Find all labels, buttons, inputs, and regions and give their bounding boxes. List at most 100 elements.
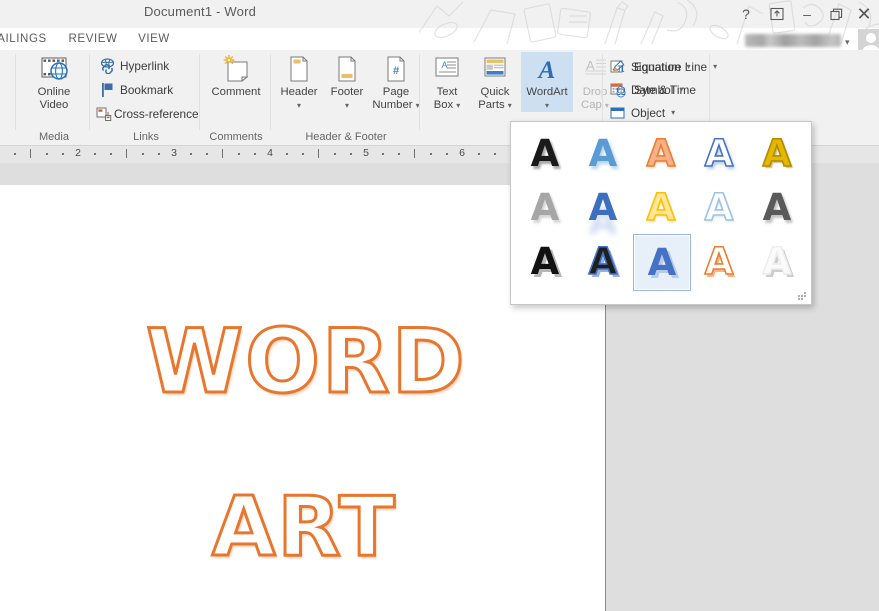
- chevron-down-icon[interactable]: ▾: [845, 37, 850, 48]
- wordart-gallery-dropdown[interactable]: AAAAA AAAAA AAAAA: [510, 121, 812, 305]
- omega-icon: Ω: [610, 80, 632, 100]
- footer-icon: [324, 52, 370, 86]
- text-box-button[interactable]: A Text Box ▾: [425, 52, 469, 112]
- wordart-button[interactable]: A WordArt ▾: [521, 52, 573, 112]
- wordart-style-fill-gold-accent4-outline-gold[interactable]: A: [633, 180, 689, 235]
- online-video-button[interactable]: Online Video: [26, 52, 82, 111]
- chevron-down-icon: ▾: [507, 100, 512, 110]
- wordart-style-glyph: A: [588, 240, 618, 283]
- wordart-style-fill-white-outline-lightblue[interactable]: A: [691, 180, 747, 235]
- cross-reference-button[interactable]: Cross-reference: [96, 102, 199, 125]
- comment-icon: [205, 52, 267, 86]
- wordart-style-fill-blue-accent1-hardshadow[interactable]: A: [633, 234, 691, 291]
- chevron-down-icon: ▾: [456, 100, 461, 110]
- wordart-style-glyph: A: [647, 241, 677, 284]
- wordart-style-glyph: A: [530, 186, 560, 229]
- wordart-gallery-row: AAAAA: [511, 234, 811, 291]
- footer-button[interactable]: Footer ▾: [324, 52, 370, 112]
- hyperlink-button[interactable]: Hyperlink: [96, 54, 196, 77]
- wordart-gallery-row: AAAAA: [511, 126, 811, 181]
- wordart-style-glyph: A: [762, 240, 792, 283]
- wordart-style-fill-blue-accent1-shadow-reflection[interactable]: A: [575, 180, 631, 235]
- ruler-tick: [158, 153, 160, 155]
- wordart-label: WordArt: [526, 86, 568, 98]
- text-box-label-1: Text: [436, 86, 458, 98]
- page-number-button[interactable]: # Page Number ▾: [372, 52, 420, 112]
- hyperlink-label: Hyperlink: [120, 58, 170, 73]
- ruler-tab-stop[interactable]: [318, 149, 319, 158]
- chevron-down-icon: ▾: [344, 100, 349, 110]
- wordart-style-fill-orange-accent2-outline-accent2[interactable]: A: [633, 126, 689, 181]
- svg-text:#: #: [393, 65, 399, 77]
- title-bar: Document1 - Word ? – ✕: [0, 0, 879, 44]
- chevron-down-icon[interactable]: ▾: [679, 85, 683, 94]
- wordart-text-line-2[interactable]: ART: [211, 479, 397, 577]
- ruler-tick: [302, 153, 304, 155]
- help-button[interactable]: ?: [735, 2, 757, 26]
- resize-grip-icon[interactable]: [798, 292, 806, 300]
- wordart-style-fill-gold-accent4-softbevel[interactable]: A: [749, 126, 805, 181]
- online-video-label-1: Online: [37, 86, 71, 98]
- comment-button[interactable]: Comment: [205, 52, 267, 99]
- chevron-down-icon[interactable]: ▾: [687, 62, 691, 71]
- cross-reference-label: Cross-reference: [114, 106, 199, 121]
- tab-review[interactable]: REVIEW: [62, 28, 124, 50]
- ruler-tab-stop[interactable]: [126, 149, 127, 158]
- ruler-tick: [238, 153, 240, 155]
- header-icon: [276, 52, 322, 86]
- online-video-icon: [26, 52, 82, 86]
- ribbon-group-media: Online Video Media: [18, 50, 90, 145]
- ruler-number: 4: [267, 147, 273, 159]
- ruler-tick: [62, 153, 64, 155]
- ruler-tab-stop[interactable]: [414, 149, 415, 158]
- chevron-down-icon: ▾: [296, 100, 301, 110]
- group-separator: [89, 54, 90, 130]
- ruler-tick: [94, 153, 96, 155]
- apps-for-office-icon: [0, 52, 12, 86]
- restore-button[interactable]: [824, 2, 848, 26]
- wordart-style-fill-gray-dark-shadow[interactable]: A: [749, 180, 805, 235]
- wordart-style-fill-black-text1-hardshadow[interactable]: A: [517, 234, 573, 289]
- wordart-gallery-row: AAAAA: [511, 180, 811, 235]
- wordart-style-fill-white-outline-accent1-shadow[interactable]: A: [691, 126, 747, 181]
- wordart-style-fill-blue-accent1-shadow[interactable]: A: [575, 126, 631, 181]
- wordart-style-fill-gray-shadow[interactable]: A: [517, 180, 573, 235]
- wordart-style-fill-black-text1-shadow[interactable]: A: [517, 126, 573, 181]
- svg-text:A: A: [537, 57, 556, 84]
- tab-mailings[interactable]: AILINGS: [0, 28, 60, 50]
- wordart-text-line-1[interactable]: WORD: [145, 309, 467, 415]
- minimize-button[interactable]: –: [795, 2, 819, 26]
- wordart-style-glyph: A: [762, 132, 792, 175]
- symbol-button[interactable]: Ω Symbol ▾: [610, 78, 692, 101]
- ruler-tick: [334, 153, 336, 155]
- svg-text:A: A: [442, 60, 448, 70]
- ruler-number: 6: [459, 147, 465, 159]
- equation-label: Equation: [634, 59, 681, 74]
- chevron-down-icon: ▾: [544, 100, 549, 110]
- ruler-tick: [446, 153, 448, 155]
- ruler-tick: [142, 153, 144, 155]
- wordart-style-fill-white-shadow-light[interactable]: A: [749, 234, 805, 289]
- tab-view[interactable]: VIEW: [128, 28, 180, 50]
- wordart-style-glyph: A: [588, 132, 618, 175]
- ribbon-display-options-button[interactable]: [765, 2, 789, 26]
- chevron-down-icon[interactable]: ▾: [713, 62, 717, 71]
- wordart-style-fill-white-outline-orange-hardshadow[interactable]: A: [691, 234, 747, 289]
- ruler-tab-stop[interactable]: [222, 149, 223, 158]
- wordart-style-fill-black-outline-accent1-hardshadow[interactable]: A: [575, 234, 631, 289]
- bookmark-button[interactable]: Bookmark: [96, 78, 196, 101]
- header-button[interactable]: Header ▾: [276, 52, 322, 112]
- equation-button[interactable]: π Equation ▾: [610, 55, 706, 78]
- ruler-tab-stop[interactable]: [30, 149, 31, 158]
- wordart-icon: A: [521, 52, 573, 86]
- pi-icon: π: [610, 57, 632, 77]
- ribbon-group-label-comments: Comments: [209, 131, 263, 143]
- quick-parts-button[interactable]: Quick Parts ▾: [471, 52, 519, 112]
- apps-for-office-button[interactable]: s for ice ▾: [0, 52, 12, 112]
- close-button[interactable]: ✕: [852, 2, 876, 26]
- wordart-style-glyph: A: [646, 186, 676, 229]
- ribbon-group-apps: s for ice ▾ ps: [0, 50, 16, 145]
- ruler-number: 3: [171, 147, 177, 159]
- ruler-tick: [430, 153, 432, 155]
- account-name: [745, 34, 841, 47]
